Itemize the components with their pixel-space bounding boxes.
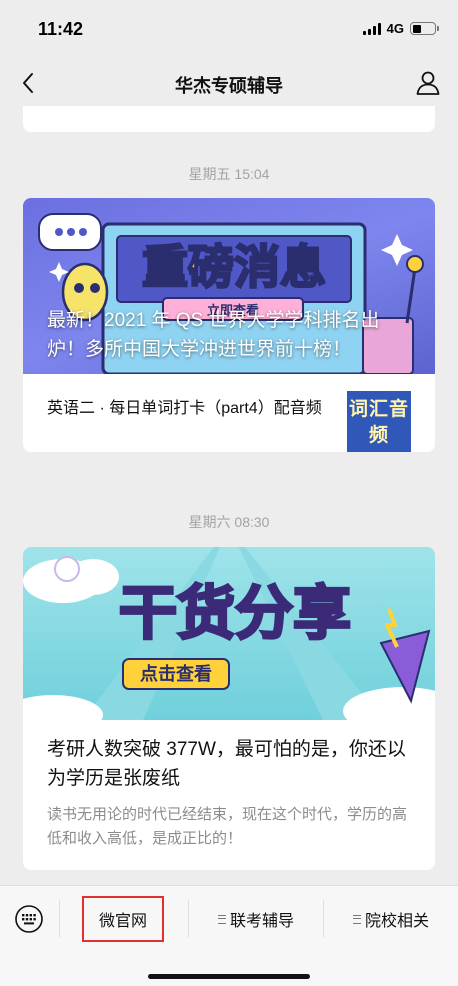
- article-summary: 读书无用论的时代已经结束，现在这个时代，学历的高低和收入高低，是成正比的！: [47, 806, 408, 847]
- menu-item-label: 微官网: [98, 913, 147, 930]
- timestamp: 星期五 15:04: [188, 166, 270, 182]
- hero-article-title: 最新！2021 年 QS 世界大学学科排名出炉！多所中国大学冲进世界前十榜！: [47, 310, 380, 360]
- page-title: 华杰专硕辅导: [175, 76, 283, 96]
- list-item-article[interactable]: 英语二 · 每日单词打卡（part4）配音频 词汇音频: [23, 374, 435, 452]
- hero-banner-sub: 点击查看: [140, 663, 212, 685]
- battery-level: [412, 24, 421, 33]
- home-indicator: [148, 974, 310, 979]
- battery-icon: [410, 22, 439, 35]
- nav-bar: 华杰专硕辅导: [0, 60, 458, 106]
- hero-image-bg: 干货分享 点击查看: [23, 547, 435, 720]
- status-indicators: 4G: [362, 21, 439, 36]
- hero-image: 干货分享 点击查看: [23, 547, 435, 720]
- hero-article[interactable]: 重磅消息 立即查看 最新！2021 年 QS 世界大学学科排名出炉！多所中国大学…: [23, 198, 435, 374]
- article-title: 考研人数突破 377W，最可怕的是，你还以为学历是张废纸: [47, 739, 406, 789]
- previous-message-card[interactable]: [23, 106, 435, 132]
- menu-item-label: 联考辅导: [229, 913, 294, 930]
- signal-icon: [362, 22, 381, 35]
- article-card[interactable]: 干货分享 点击查看 考研人数突破 377W，最可怕的是，你还以为学历是张废纸 读…: [23, 547, 435, 870]
- status-time: 11:42: [38, 19, 84, 39]
- article-card: 重磅消息 立即查看 最新！2021 年 QS 世界大学学科排名出炉！多所中国大学…: [23, 198, 435, 452]
- network-type: 4G: [386, 21, 404, 36]
- bottom-menu: 微官网 联考辅导 院校相关: [0, 885, 458, 986]
- list-item-thumbnail: 词汇音频: [347, 391, 411, 452]
- hero-banner-text: 干货分享: [119, 579, 351, 647]
- menu-item-joint-exam[interactable]: 联考辅导: [189, 896, 323, 942]
- status-bar: 11:42 4G: [0, 0, 458, 60]
- menu-item-micro-site[interactable]: 微官网: [82, 896, 164, 942]
- submenu-icon: [352, 914, 361, 924]
- timestamp: 星期六 08:30: [188, 514, 270, 530]
- message-list[interactable]: 星期五 15:04 重磅消息 立即查看 最新！2021 年 QS 世界大学学科排…: [0, 106, 458, 885]
- submenu-icon: [217, 914, 226, 924]
- hero-banner-text: 重磅消息: [142, 240, 326, 294]
- menu-item-label: 院校相关: [364, 913, 429, 930]
- menu-divider: [59, 900, 60, 938]
- keyboard-icon[interactable]: [14, 904, 44, 934]
- menu-item-college[interactable]: 院校相关: [324, 896, 458, 942]
- list-item-title: 英语二 · 每日单词打卡（part4）配音频: [47, 400, 322, 417]
- person-icon[interactable]: [414, 69, 442, 97]
